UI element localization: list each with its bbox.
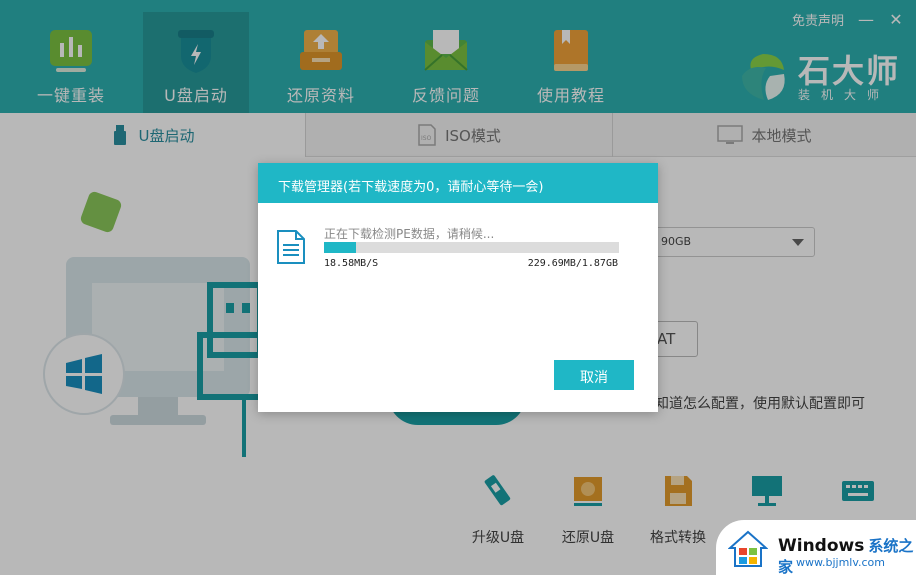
watermark-url: www.bjjmlv.com: [796, 556, 885, 569]
download-manager-dialog: 下载管理器(若下载速度为0，请耐心等待一会) 正在下载检测PE数据，请稍候...…: [258, 163, 658, 412]
download-size: 229.69MB/1.87GB: [527, 258, 618, 269]
watermark: Windows 系统之家 www.bjjmlv.com: [716, 520, 916, 575]
watermark-title: Windows: [778, 536, 865, 556]
cancel-button[interactable]: 取消: [554, 360, 634, 390]
download-status: 正在下载检测PE数据，请稍候...: [324, 227, 495, 241]
download-progress-fill: [324, 242, 357, 253]
windows-house-logo-icon: [728, 530, 768, 567]
dialog-title: 下载管理器(若下载速度为0，请耐心等待一会): [258, 163, 658, 203]
document-icon: [277, 230, 305, 264]
download-progress-bar: [324, 242, 619, 253]
download-speed: 18.58MB/S: [324, 258, 379, 269]
